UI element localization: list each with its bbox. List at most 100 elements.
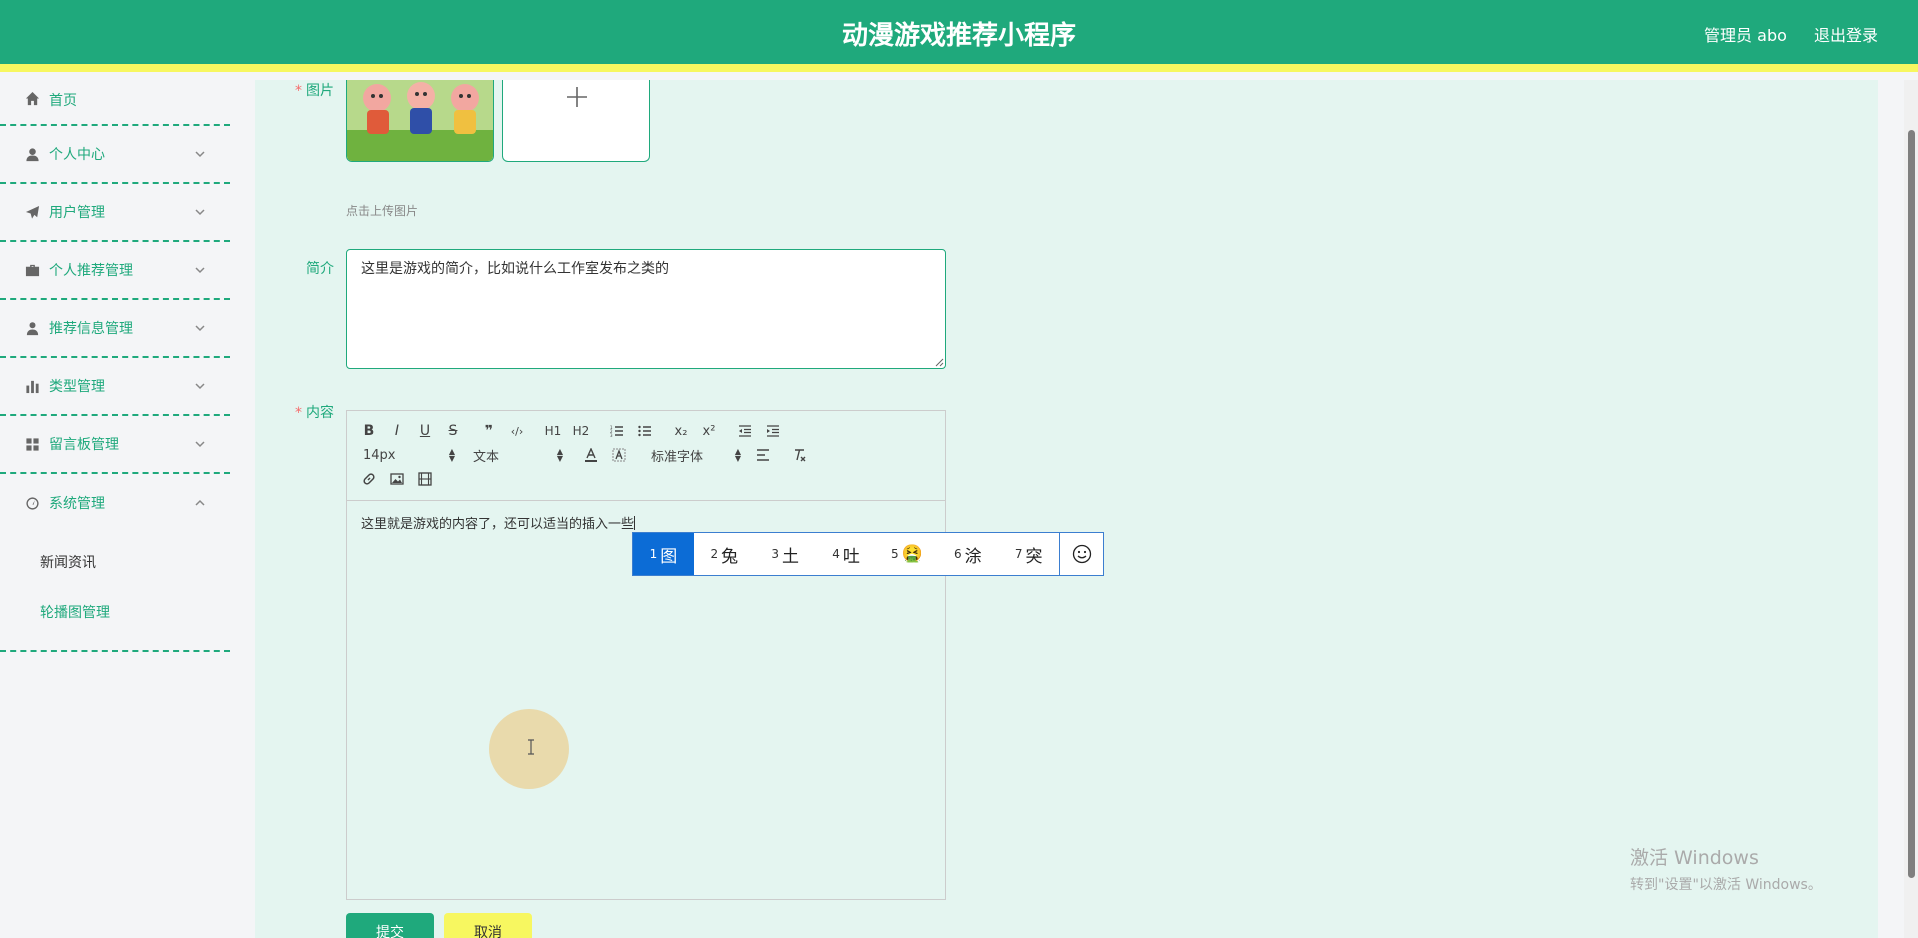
content-label: * 内容 xyxy=(295,405,334,421)
sidebar-item-label: 类型管理 xyxy=(49,379,105,395)
font-color-button[interactable] xyxy=(577,443,605,467)
subscript-button[interactable]: x₂ xyxy=(667,419,695,443)
link-button[interactable] xyxy=(355,467,383,491)
system-submenu: 新闻资讯 轮播图管理 xyxy=(0,532,230,652)
outdent-button[interactable] xyxy=(731,419,759,443)
emoji-icon[interactable] xyxy=(1059,533,1103,575)
sidebar-item-personal-center[interactable]: 个人中心 xyxy=(0,126,230,184)
sidebar-item-label: 系统管理 xyxy=(49,496,105,512)
watermark-line-2: 转到"设置"以激活 Windows。 xyxy=(1630,877,1822,893)
indent-button[interactable] xyxy=(759,419,787,443)
app-header: 动漫游戏推荐小程序 管理员 abo 退出登录 xyxy=(0,0,1918,72)
plus-icon xyxy=(567,87,587,107)
image-icon xyxy=(390,473,404,485)
sidebar-item-user-management[interactable]: 用户管理 xyxy=(0,184,230,242)
cancel-button[interactable]: 取消 xyxy=(444,913,532,938)
submit-button[interactable]: 提交 xyxy=(346,913,434,938)
chevron-down-icon xyxy=(194,206,206,218)
sidebar-item-label: 留言板管理 xyxy=(49,437,119,453)
ime-candidate[interactable]: 7突 xyxy=(998,533,1059,575)
ime-candidate[interactable]: 2兔 xyxy=(694,533,755,575)
background-color-button[interactable] xyxy=(605,443,633,467)
summary-label: 简介 xyxy=(306,261,334,277)
link-icon xyxy=(363,473,375,485)
video-button[interactable] xyxy=(411,467,439,491)
scrollbar-thumb[interactable] xyxy=(1908,130,1915,878)
image-button[interactable] xyxy=(383,467,411,491)
header-user-area: 管理员 abo 退出登录 xyxy=(1682,0,1878,72)
ibeam-cursor-icon xyxy=(528,739,534,755)
sidebar-item-label: 个人推荐管理 xyxy=(49,263,133,279)
paper-plane-icon xyxy=(24,204,40,220)
align-left-icon xyxy=(757,449,769,461)
sidebar-item-label: 推荐信息管理 xyxy=(49,321,133,337)
blockquote-button[interactable]: ❞ xyxy=(475,419,503,443)
watermark-line-1: 激活 Windows xyxy=(1630,847,1759,869)
sidebar-item-label: 用户管理 xyxy=(49,205,105,221)
summary-textarea[interactable] xyxy=(346,249,946,369)
font-size-select[interactable]: 14px ▲ ▼ xyxy=(355,443,455,467)
indent-icon xyxy=(767,425,779,437)
bold-button[interactable]: B xyxy=(355,419,383,443)
align-button[interactable] xyxy=(749,443,777,467)
header1-button[interactable]: H1 xyxy=(539,419,567,443)
code-block-button[interactable]: ‹/› xyxy=(503,419,531,443)
outdent-icon xyxy=(739,425,751,437)
font-family-select[interactable]: 标准字体 ▲ ▼ xyxy=(643,443,741,467)
sidebar-item-recommend-info[interactable]: 推荐信息管理 xyxy=(0,300,230,358)
text-caret xyxy=(634,516,636,530)
header2-button[interactable]: H2 xyxy=(567,419,595,443)
clear-format-button[interactable] xyxy=(785,443,813,467)
toolbar-row-2: 14px ▲ ▼ 文本 ▲ ▼ 标准字体 ▲ ▼ xyxy=(355,443,937,467)
ime-candidate[interactable]: 1图 xyxy=(633,533,694,575)
windows-activation-watermark: 激活 Windows 转到"设置"以激活 Windows。 xyxy=(1630,843,1822,894)
chevron-down-icon xyxy=(194,264,206,276)
superscript-button[interactable]: x² xyxy=(695,419,723,443)
bullet-list-icon xyxy=(638,425,651,437)
briefcase-icon xyxy=(24,262,40,278)
strike-button[interactable]: S xyxy=(439,419,467,443)
user-icon xyxy=(24,146,40,162)
editor-toolbar: B I U S ❞ ‹/› H1 H2 123 x₂ x² 14px ▲ ▼ 文… xyxy=(347,411,945,501)
sidebar-item-home[interactable]: 首页 xyxy=(0,80,230,126)
font-color-icon xyxy=(585,448,597,462)
toolbar-row-3 xyxy=(355,467,937,491)
person-icon xyxy=(24,320,40,336)
app-title: 动漫游戏推荐小程序 xyxy=(841,21,1076,51)
uploaded-image-thumbnail[interactable] xyxy=(346,80,494,162)
ime-candidate[interactable]: 6涂 xyxy=(937,533,998,575)
user-name: 管理员 abo xyxy=(1704,26,1787,45)
clear-format-icon xyxy=(795,449,806,462)
chevron-down-icon xyxy=(194,322,206,334)
video-icon xyxy=(418,472,432,486)
logout-link[interactable]: 退出登录 xyxy=(1814,26,1878,45)
resize-grip-icon[interactable] xyxy=(934,357,944,367)
chevron-up-icon xyxy=(194,497,206,509)
ime-candidate[interactable]: 3土 xyxy=(755,533,816,575)
italic-button[interactable]: I xyxy=(383,419,411,443)
sidebar-item-personal-recommend[interactable]: 个人推荐管理 xyxy=(0,242,230,300)
gauge-icon xyxy=(24,495,40,511)
ime-candidate-bar: 1图 2兔 3土 4吐 5 🤮 6涂 7突 xyxy=(632,532,1104,576)
ime-candidate[interactable]: 4吐 xyxy=(816,533,877,575)
ime-candidate[interactable]: 5 🤮 xyxy=(877,533,938,575)
page-scrollbar[interactable] xyxy=(1904,80,1918,938)
ordered-list-button[interactable]: 123 xyxy=(603,419,631,443)
svg-text:3: 3 xyxy=(610,433,613,437)
submenu-item-carousel[interactable]: 轮播图管理 xyxy=(0,588,230,638)
rich-text-editor: B I U S ❞ ‹/› H1 H2 123 x₂ x² 14px ▲ ▼ 文… xyxy=(346,410,946,900)
sidebar-item-system-management[interactable]: 系统管理 xyxy=(0,474,230,532)
grid-icon xyxy=(24,436,40,452)
block-type-select[interactable]: 文本 ▲ ▼ xyxy=(465,443,563,467)
sidebar-item-label: 个人中心 xyxy=(49,147,105,163)
toolbar-row-1: B I U S ❞ ‹/› H1 H2 123 x₂ x² xyxy=(355,419,937,443)
image-label: * 图片 xyxy=(295,83,334,99)
home-icon xyxy=(24,90,40,106)
sidebar: 首页 个人中心 用户管理 个人推荐管理 推荐信息管理 类型管理 留言板管理 系统… xyxy=(0,80,230,938)
image-upload-button[interactable] xyxy=(502,80,650,162)
bullet-list-button[interactable] xyxy=(631,419,659,443)
sidebar-item-type-management[interactable]: 类型管理 xyxy=(0,358,230,416)
submenu-item-news[interactable]: 新闻资讯 xyxy=(0,538,230,588)
sidebar-item-message-board[interactable]: 留言板管理 xyxy=(0,416,230,474)
underline-button[interactable]: U xyxy=(411,419,439,443)
